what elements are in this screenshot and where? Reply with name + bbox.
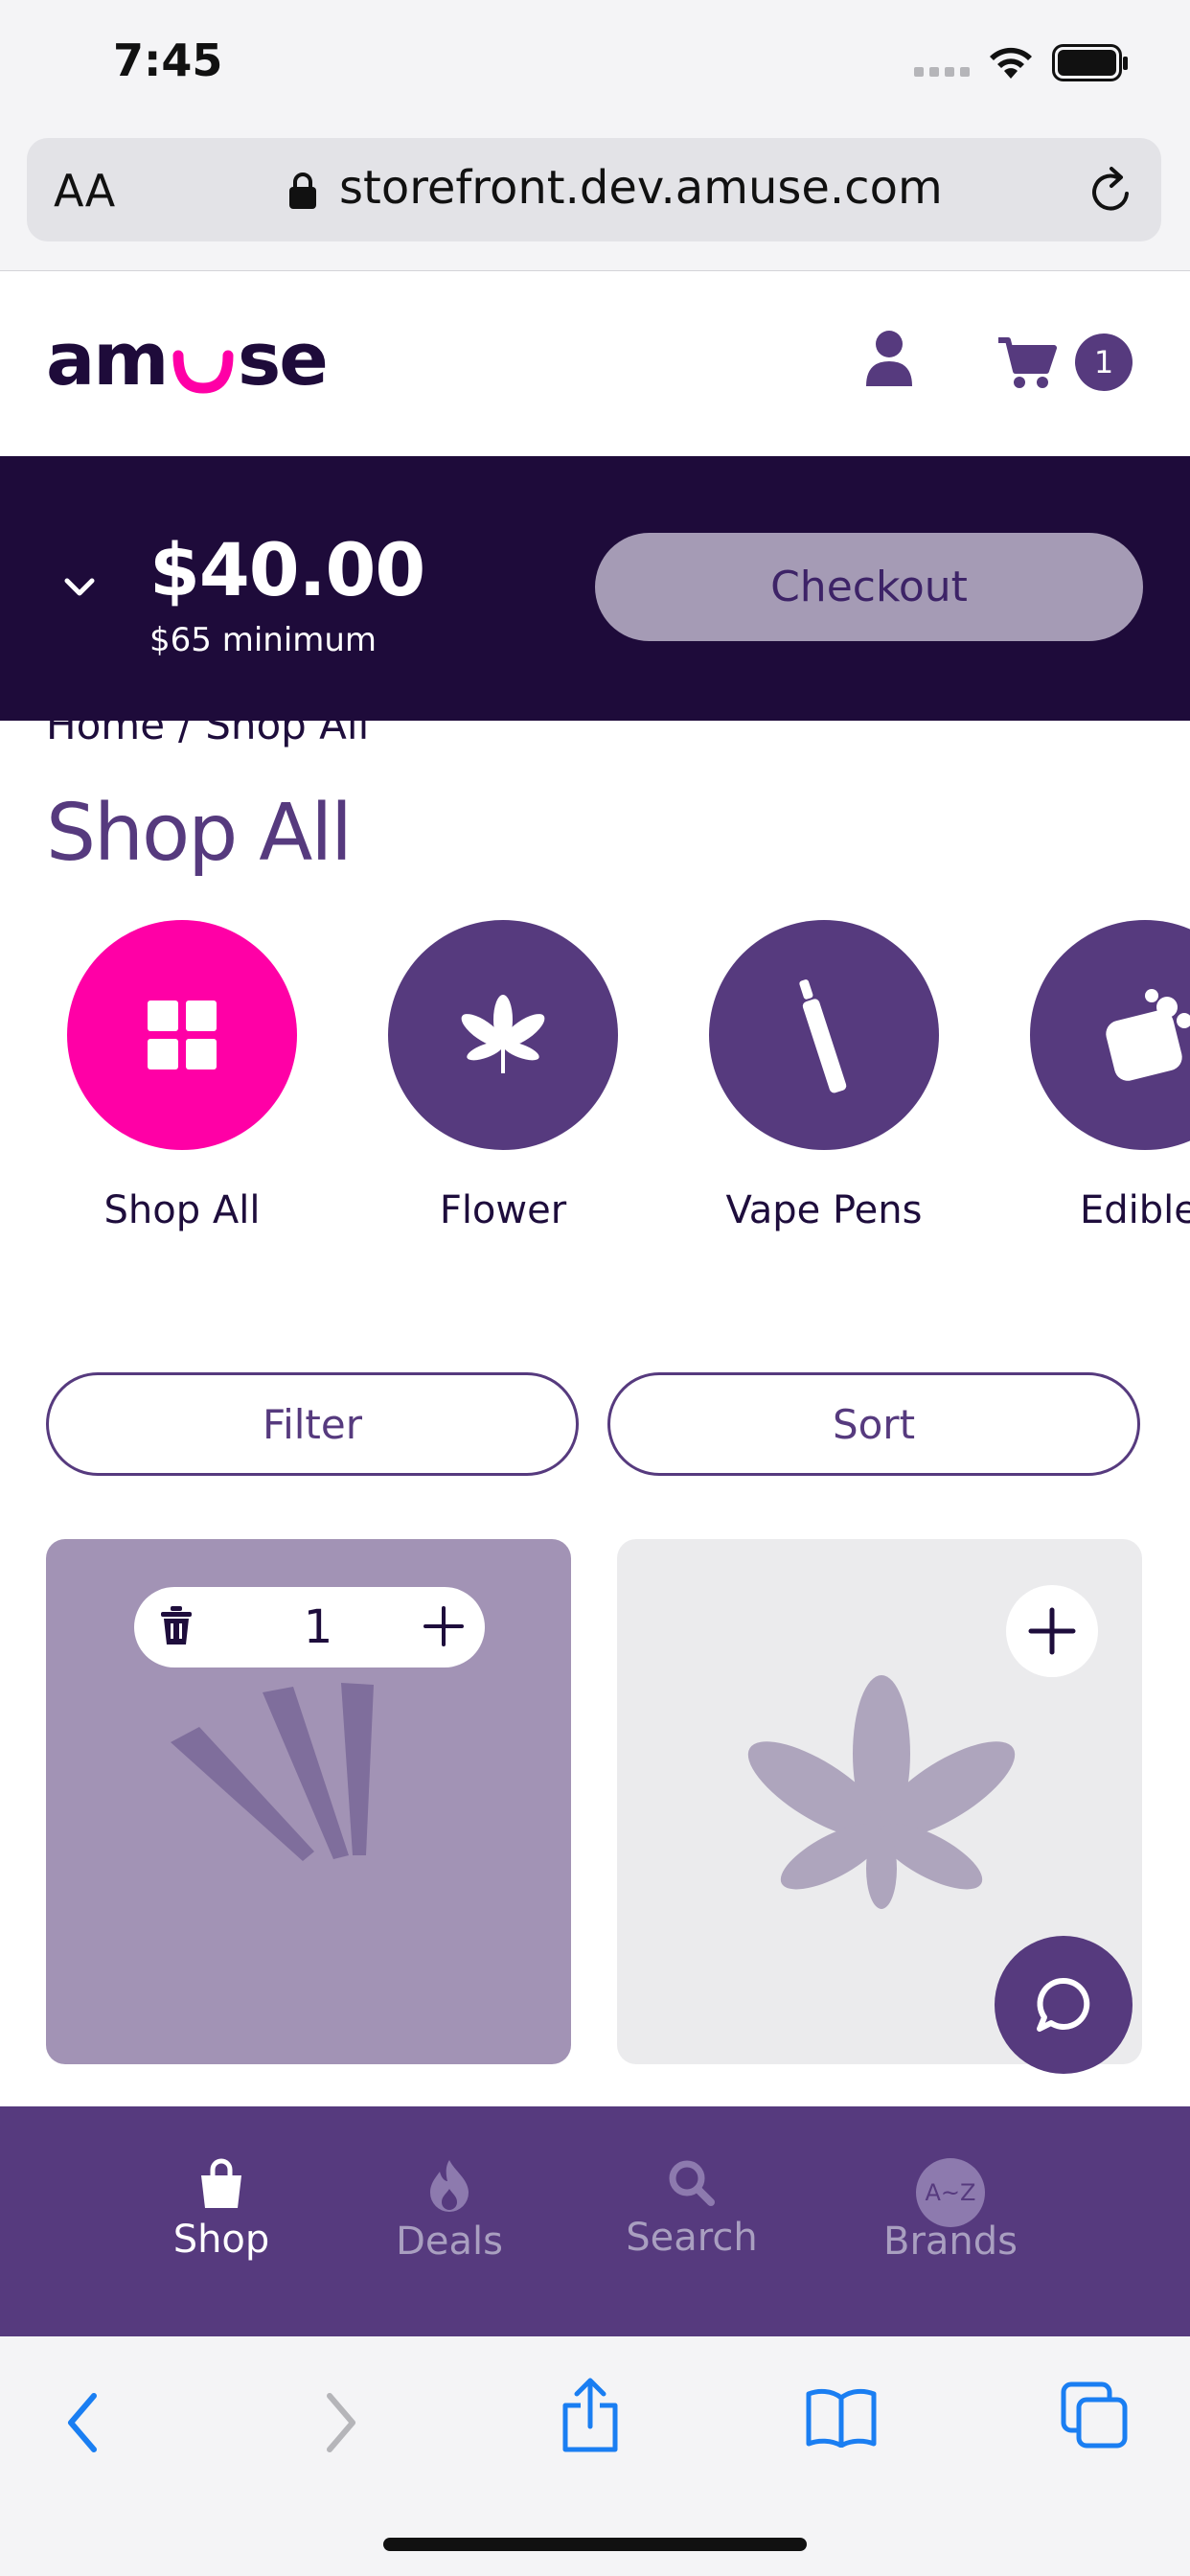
lock-icon	[289, 172, 316, 209]
chat-button[interactable]	[995, 1936, 1133, 2074]
address-bar[interactable]: AA storefront.dev.amuse.com	[27, 138, 1161, 242]
svg-text:se: se	[238, 329, 327, 402]
bookmarks-icon[interactable]	[805, 2386, 878, 2448]
search-icon	[669, 2160, 715, 2206]
nav-search[interactable]: Search	[596, 2158, 788, 2260]
main-content: Home / Shop All Shop All Shop All Flower…	[0, 721, 1190, 2106]
chat-bubble-icon	[1037, 1977, 1090, 2032]
category-flower[interactable]	[388, 920, 618, 1150]
leaf-icon	[461, 995, 545, 1073]
a-z-icon: A~Z	[916, 2158, 985, 2227]
nav-label: Deals	[396, 2220, 503, 2264]
bottom-navigation: Shop Deals Search A~Z Brands	[0, 2106, 1190, 2336]
forward-icon[interactable]	[324, 2392, 358, 2453]
browser-toolbar	[0, 2336, 1190, 2576]
pre-roll-icon	[171, 1683, 374, 1861]
status-bar: 7:45	[0, 0, 1190, 134]
amuse-logo[interactable]: am se	[46, 329, 333, 402]
reload-icon[interactable]	[1088, 165, 1136, 217]
product-card[interactable]: 1	[46, 1539, 571, 2064]
category-label[interactable]: Shop All	[38, 1188, 326, 1232]
cart-icon[interactable]	[996, 334, 1058, 390]
tabs-icon[interactable]	[1060, 2380, 1129, 2450]
nav-shop[interactable]: Shop	[126, 2158, 317, 2262]
flame-icon	[430, 2160, 469, 2212]
site-header: am se 1	[0, 271, 1190, 456]
category-label[interactable]: Vape Pens	[680, 1188, 968, 1232]
category-circle[interactable]	[388, 920, 618, 1150]
breadcrumb-current: Shop All	[205, 721, 370, 748]
quantity-stepper[interactable]: 1	[134, 1587, 485, 1668]
nav-brands[interactable]: A~Z Brands	[855, 2158, 1046, 2264]
plus-icon[interactable]	[423, 1606, 464, 1646]
page-title: Shop All	[46, 788, 353, 879]
cart-total: $40.00	[149, 527, 425, 612]
category-circle[interactable]	[709, 920, 939, 1150]
category-circle[interactable]	[67, 920, 297, 1150]
breadcrumb-home[interactable]: Home	[46, 721, 165, 748]
category-label-text[interactable]: Edibles	[1080, 1188, 1190, 1232]
status-time: 7:45	[113, 34, 223, 86]
filter-button[interactable]: Filter	[46, 1372, 579, 1476]
cellular-signal-icon	[914, 67, 970, 77]
svg-text:am: am	[46, 329, 167, 402]
add-to-cart-button[interactable]	[1006, 1585, 1098, 1677]
url-text[interactable]: storefront.dev.amuse.com	[339, 161, 943, 215]
plus-icon	[1028, 1607, 1076, 1655]
quantity-value: 1	[303, 1600, 333, 1654]
trash-icon[interactable]	[159, 1606, 194, 1646]
nav-label: Search	[626, 2216, 758, 2260]
cart-summary-bar: $40.00 $65 minimum Checkout	[0, 456, 1190, 721]
nav-label: Brands	[883, 2220, 1018, 2264]
account-icon[interactable]	[862, 329, 916, 388]
grid-icon	[148, 1000, 217, 1070]
category-vape-pens[interactable]	[709, 920, 939, 1150]
nav-deals[interactable]: Deals	[354, 2158, 545, 2264]
cart-count-badge[interactable]: 1	[1075, 334, 1133, 391]
wifi-icon	[990, 47, 1032, 79]
home-indicator	[383, 2538, 807, 2551]
leaf-icon	[747, 1675, 1016, 1909]
vape-pen-icon	[799, 979, 847, 1093]
category-label[interactable]: Flower	[359, 1188, 647, 1232]
category-circle[interactable]	[1030, 920, 1190, 1150]
sort-button[interactable]: Sort	[607, 1372, 1140, 1476]
minimum-order-note: $65 minimum	[149, 621, 378, 659]
checkout-button[interactable]: Checkout	[595, 533, 1143, 641]
browser-address-area: AA storefront.dev.amuse.com	[0, 134, 1190, 272]
battery-icon	[1052, 44, 1128, 81]
shopping-bag-icon	[201, 2158, 241, 2208]
text-size-button[interactable]: AA	[54, 165, 115, 217]
category-edibles[interactable]	[1030, 920, 1190, 1150]
edible-icon	[1106, 989, 1190, 1081]
share-icon[interactable]	[560, 2377, 621, 2453]
chevron-down-icon[interactable]	[63, 577, 96, 598]
nav-label: Shop	[172, 2218, 270, 2262]
breadcrumb-separator: /	[178, 721, 193, 748]
breadcrumb: Home / Shop All	[46, 721, 369, 748]
category-shop-all[interactable]	[67, 920, 297, 1150]
back-icon[interactable]	[65, 2392, 100, 2453]
